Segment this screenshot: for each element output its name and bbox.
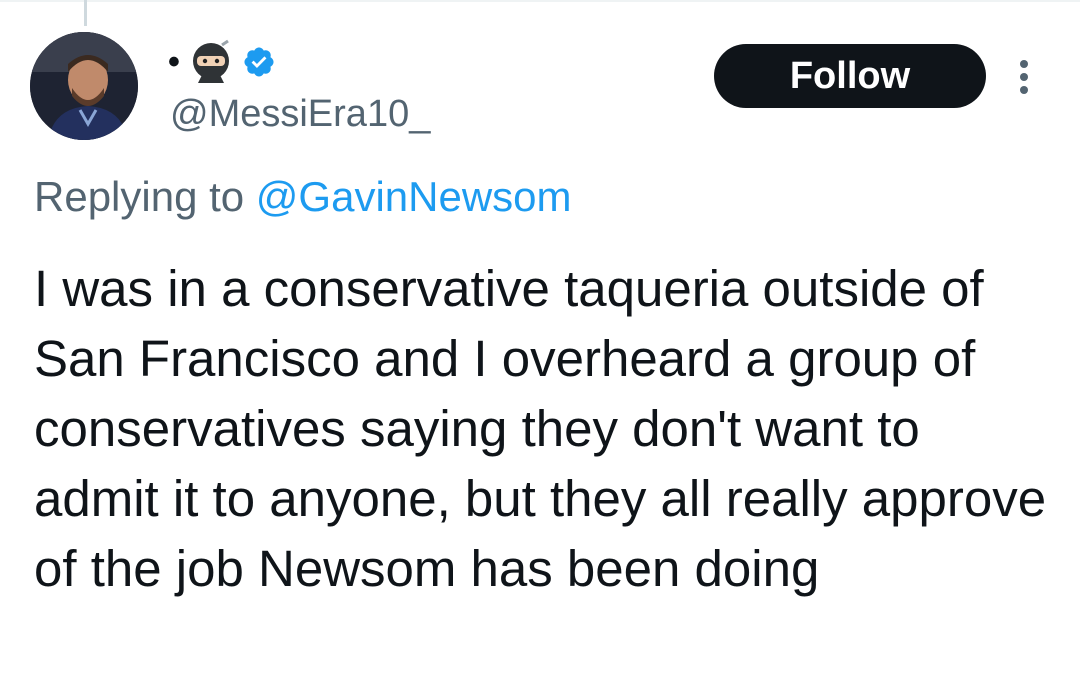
replying-to-line: Replying to @GavinNewsom bbox=[34, 172, 572, 222]
replying-to-handle-link[interactable]: @GavinNewsom bbox=[256, 173, 572, 220]
avatar[interactable] bbox=[30, 32, 138, 140]
thread-connector-line bbox=[84, 0, 87, 26]
tweet-text: I was in a conservative taqueria outside… bbox=[34, 260, 1047, 597]
replying-to-prefix: Replying to bbox=[34, 173, 256, 220]
verified-badge-icon[interactable] bbox=[242, 45, 276, 79]
display-name-row[interactable]: • bbox=[168, 38, 276, 86]
top-divider bbox=[0, 0, 1080, 2]
follow-button[interactable]: Follow bbox=[714, 44, 986, 108]
display-name-dot: • bbox=[168, 43, 180, 81]
more-vertical-icon[interactable] bbox=[1012, 56, 1036, 98]
ninja-emoji-icon bbox=[192, 39, 229, 83]
avatar-image bbox=[30, 32, 138, 140]
user-handle[interactable]: @MessiEra10_ bbox=[170, 92, 430, 138]
